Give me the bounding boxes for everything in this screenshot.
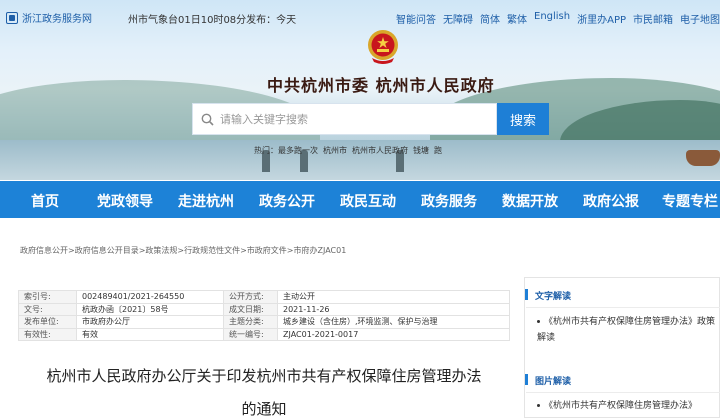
divider [526, 307, 720, 308]
document-title: 杭州市人民政府办公厅关于印发杭州市共有产权保障住房管理办法 的通知 [18, 360, 510, 418]
top-link[interactable]: English [534, 11, 570, 26]
text-interpretation-label: 《杭州市共有产权保障住房管理办法》政策解读 [537, 317, 716, 343]
meta-value: 杭政办函〔2021〕58号 [76, 302, 224, 316]
divider [526, 392, 720, 393]
meta-key: 公开方式: [223, 290, 278, 304]
nav-item-gazette[interactable]: 政府公报 [583, 191, 639, 211]
top-link[interactable]: 无障碍 [443, 11, 473, 26]
search-icon [201, 113, 214, 126]
nav-item-open-affairs[interactable]: 政务公开 [259, 191, 315, 211]
gov-service-label: 浙江政务服务网 [22, 14, 92, 25]
meta-key: 发布单位: [18, 315, 77, 329]
hot-word[interactable]: 钱塘 [413, 145, 429, 156]
meta-value: 2021-11-26 [277, 302, 510, 316]
meta-value: 有效 [76, 327, 224, 341]
top-links: 智能问答 无障碍 简体 繁体 English 浙里办APP 市民邮箱 电子地图 … [396, 11, 720, 26]
bullet-icon [537, 320, 540, 323]
meta-key: 文号: [18, 302, 77, 316]
nav-item-special[interactable]: 专题专栏 [662, 191, 718, 211]
top-link[interactable]: 浙里办APP [577, 11, 626, 26]
document-title-line: 杭州市人民政府办公厅关于印发杭州市共有产权保障住房管理办法 [46, 367, 482, 385]
nav-item-services[interactable]: 政务服务 [421, 191, 477, 211]
picture-interpretation-label: 《杭州市共有产权保障住房管理办法》 [544, 401, 698, 411]
banner-boat [686, 150, 720, 166]
main-nav: 首页 党政领导 走进杭州 政务公开 政民互动 政务服务 数据开放 政府公报 专题… [0, 181, 720, 218]
nav-item-open-data[interactable]: 数据开放 [502, 191, 558, 211]
search-placeholder: 请输入关键字搜索 [220, 113, 308, 126]
text-interpretation-heading: 文字解读 [524, 289, 571, 302]
meta-key: 主题分类: [223, 315, 278, 329]
top-link[interactable]: 市民邮箱 [633, 11, 673, 26]
nav-item-home[interactable]: 首页 [31, 191, 59, 211]
national-emblem-icon [368, 30, 398, 64]
top-link[interactable]: 繁体 [507, 11, 527, 26]
meta-key: 索引号: [18, 290, 77, 304]
hot-word[interactable]: 跑 [434, 145, 442, 156]
meta-key: 有效性: [18, 327, 77, 341]
document-title-line: 的通知 [241, 400, 287, 418]
table-row: 有效性: 有效 统一编号: ZJAC01-2021-0017 [18, 327, 510, 341]
top-link[interactable]: 电子地图 [680, 11, 720, 26]
weather-ticker: 州市气象台01日10时08分发布：今天 [128, 15, 297, 26]
nav-item-interaction[interactable]: 政民互动 [340, 191, 396, 211]
picture-interpretation-heading: 图片解读 [524, 374, 571, 387]
table-row: 文号: 杭政办函〔2021〕58号 成文日期: 2021-11-26 [18, 302, 510, 316]
text-interpretation-link[interactable]: 《杭州市共有产权保障住房管理办法》政策解读 [537, 314, 715, 346]
picture-interpretation-link[interactable]: 《杭州市共有产权保障住房管理办法》 [537, 398, 715, 414]
hot-search-words: 热门：最多跑一次 杭州市 杭州市人民政府 钱塘 跑 [254, 145, 442, 156]
top-link[interactable]: 简体 [480, 11, 500, 26]
search-bar: 请输入关键字搜索 搜索 [192, 103, 549, 135]
top-bar: 浙江政务服务网 州市气象台01日10时08分发布：今天 智能问答 无障碍 简体 … [0, 0, 720, 36]
table-row: 发布单位: 市政府办公厅 主题分类: 城乡建设（含住房）,环境监测、保护与治理 [18, 315, 510, 329]
meta-key: 成文日期: [223, 302, 278, 316]
meta-value: ZJAC01-2021-0017 [277, 327, 510, 341]
hot-word[interactable]: 热门：最多跑一次 [254, 145, 318, 156]
meta-value: 市政府办公厅 [76, 315, 224, 329]
gov-service-icon [6, 11, 18, 24]
gov-service-link[interactable]: 浙江政务服务网 [6, 10, 92, 25]
nav-item-about[interactable]: 走进杭州 [178, 191, 234, 211]
search-input[interactable]: 请输入关键字搜索 [192, 103, 497, 135]
interpretation-sidebar: 文字解读 《杭州市共有产权保障住房管理办法》政策解读 图片解读 《杭州市共有产权… [524, 277, 720, 418]
top-link[interactable]: 智能问答 [396, 11, 436, 26]
hot-word[interactable]: 杭州市人民政府 [352, 145, 408, 156]
breadcrumb[interactable]: 政府信息公开>政府信息公开目录>政策法规>行政规范性文件>市政府文件>市府办ZJ… [20, 245, 346, 256]
site-title[interactable]: 中共杭州市委 杭州市人民政府 [267, 72, 495, 96]
search-button[interactable]: 搜索 [497, 103, 549, 135]
meta-value: 002489401/2021-264550 [76, 290, 224, 304]
bullet-icon [537, 404, 540, 407]
table-row: 索引号: 002489401/2021-264550 公开方式: 主动公开 [18, 290, 510, 304]
meta-key: 统一编号: [223, 327, 278, 341]
document-meta-table: 索引号: 002489401/2021-264550 公开方式: 主动公开 文号… [18, 290, 510, 341]
meta-value: 城乡建设（含住房）,环境监测、保护与治理 [277, 315, 510, 329]
hot-word[interactable]: 杭州市 [323, 145, 347, 156]
meta-value: 主动公开 [277, 290, 510, 304]
nav-item-leaders[interactable]: 党政领导 [97, 191, 153, 211]
